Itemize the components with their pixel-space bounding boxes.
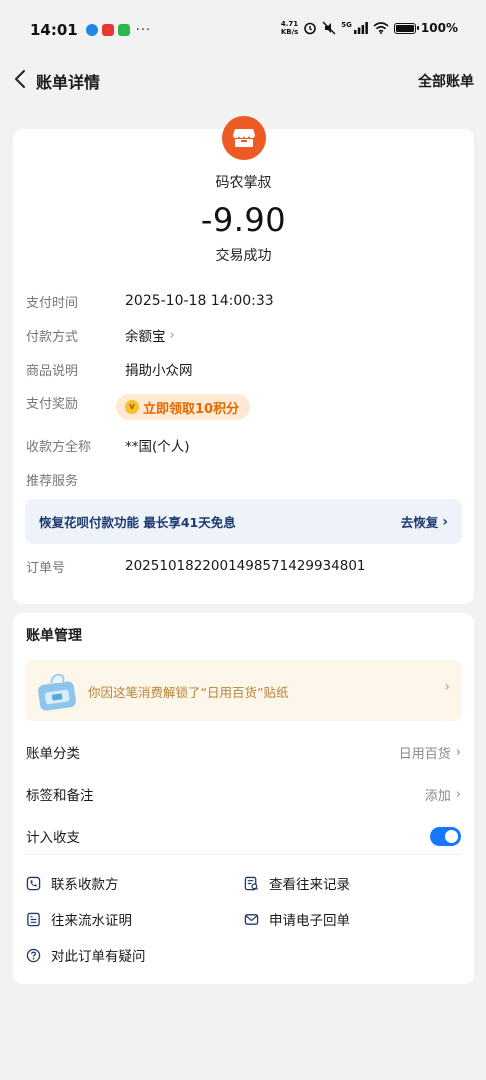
action-label: 联系收款方: [51, 877, 119, 893]
mail-icon: [244, 913, 259, 925]
pay-method-text: 余额宝: [125, 329, 166, 345]
service-banner-text: 恢复花呗付款功能 最长享41天免息: [39, 515, 236, 530]
detail-label: 支付时间: [26, 295, 79, 311]
detail-row-pay-time: 支付时间 2025-10-18 14:00:33: [26, 289, 461, 313]
tags-add-text: 添加: [424, 788, 451, 804]
network-speed: 4.71 KB/s: [280, 20, 299, 36]
chevron-right-icon: ›: [169, 327, 175, 343]
battery-percent: 100%: [420, 21, 458, 35]
category-value: 日用百货 ›: [399, 743, 461, 762]
detail-row-description: 商品说明 捐助小众网: [26, 357, 461, 381]
view-records-button[interactable]: 查看往来记录: [244, 873, 350, 893]
count-label: 计入收支: [26, 830, 80, 846]
restore-button[interactable]: 去恢复 ›: [401, 512, 448, 531]
claim-reward-button[interactable]: v 立即领取10积分: [116, 394, 251, 420]
action-label: 对此订单有疑问: [51, 949, 146, 965]
detail-label: 支付奖励: [26, 396, 79, 412]
toggle-knob: [445, 829, 458, 843]
status-bar: 14:01 ··· 4.71 KB/s 5G 100%: [0, 0, 486, 60]
detail-label: 收款方全称: [26, 439, 92, 455]
category-value-text: 日用百货: [398, 746, 451, 762]
e-receipt-button[interactable]: 申请电子回单: [244, 909, 350, 929]
detail-label: 付款方式: [26, 329, 79, 345]
nav-bar: 账单详情 全部账单: [0, 60, 486, 100]
detail-label: 推荐服务: [26, 473, 79, 489]
transaction-status: 交易成功: [215, 248, 272, 264]
detail-value: 2025101822001498571429934801: [125, 558, 366, 574]
order-question-button[interactable]: 对此订单有疑问: [26, 945, 146, 965]
detail-value: 捐助小众网: [125, 363, 193, 379]
transaction-amount: -9.90: [200, 201, 287, 239]
help-icon: [26, 948, 41, 962]
bill-management-card: 账单管理 你因这笔消费解锁了“日用百货”贴纸 › 账单分类 日用百货 › 标签和…: [13, 613, 474, 984]
wifi-icon: [373, 22, 389, 34]
more-notifications-icon: ···: [135, 22, 152, 38]
phone-icon: [26, 876, 41, 890]
mute-icon: [322, 21, 336, 35]
red-app-icon: [101, 24, 114, 36]
notification-icons: ···: [85, 22, 152, 38]
all-bills-link[interactable]: 全部账单: [418, 71, 474, 91]
action-label: 申请电子回单: [269, 913, 350, 929]
wechat-icon: [117, 24, 130, 36]
category-label: 账单分类: [26, 746, 80, 762]
action-label: 往来流水证明: [51, 913, 132, 929]
sticker-icon: [38, 673, 76, 711]
back-button[interactable]: [10, 66, 30, 92]
tags-notes-row[interactable]: 标签和备注 添加 ›: [26, 782, 461, 806]
detail-row-reward: 支付奖励 v 立即领取10积分: [26, 394, 461, 420]
detail-row-order-id: 订单号 2025101822001498571429934801: [26, 554, 461, 578]
detail-row-pay-method[interactable]: 付款方式 余额宝 ›: [26, 323, 461, 347]
alarm-icon: [304, 22, 317, 35]
signal-icon: [353, 22, 368, 34]
reward-text: 立即领取10积分: [143, 401, 240, 417]
divider: [26, 854, 461, 855]
count-in-budget-row: 计入收支: [26, 824, 461, 848]
battery-icon: [393, 22, 419, 34]
detail-label: 商品说明: [26, 363, 79, 379]
section-title: 账单管理: [26, 628, 82, 644]
records-icon: [244, 876, 259, 890]
detail-row-payee: 收款方全称 **国(个人): [26, 433, 461, 457]
statement-proof-button[interactable]: 往来流水证明: [26, 909, 132, 929]
detail-row-recommend: 推荐服务: [26, 467, 461, 491]
tags-value: 添加 ›: [425, 785, 461, 804]
detail-label: 订单号: [26, 560, 66, 576]
chevron-right-icon: ›: [444, 679, 450, 695]
store-icon: [222, 116, 266, 160]
detail-value: 2025-10-18 14:00:33: [125, 293, 274, 309]
detail-value: **国(个人): [125, 439, 190, 455]
network-type: 5G: [341, 21, 352, 29]
count-toggle[interactable]: [430, 826, 461, 846]
chevron-right-icon: ›: [455, 744, 461, 760]
tags-label: 标签和备注: [26, 788, 94, 804]
transaction-card: 码农掌叔 -9.90 交易成功 支付时间 2025-10-18 14:00:33…: [13, 116, 474, 604]
page-title: 账单详情: [36, 73, 101, 92]
status-right: 4.71 KB/s 5G 100%: [281, 20, 458, 36]
edge-app-icon: [85, 24, 98, 36]
status-time: 14:01: [30, 21, 78, 39]
sticker-text: 你因这笔消费解锁了“日用百货”贴纸: [88, 685, 289, 700]
chevron-right-icon: ›: [455, 786, 461, 802]
action-label: 查看往来记录: [269, 877, 350, 893]
huabei-restore-banner[interactable]: 恢复花呗付款功能 最长享41天免息 去恢复 ›: [25, 499, 462, 544]
coin-icon: v: [125, 400, 139, 414]
sticker-banner[interactable]: 你因这笔消费解锁了“日用百货”贴纸 ›: [25, 660, 462, 721]
contact-payee-button[interactable]: 联系收款方: [26, 873, 119, 893]
document-icon: [27, 912, 40, 926]
merchant-name: 码农掌叔: [215, 175, 272, 191]
bill-category-row[interactable]: 账单分类 日用百货 ›: [26, 740, 461, 764]
chevron-left-icon: [15, 70, 25, 88]
restore-label: 去恢复: [400, 515, 439, 530]
detail-value: 余额宝 ›: [125, 325, 175, 346]
chevron-right-icon: ›: [442, 513, 448, 530]
